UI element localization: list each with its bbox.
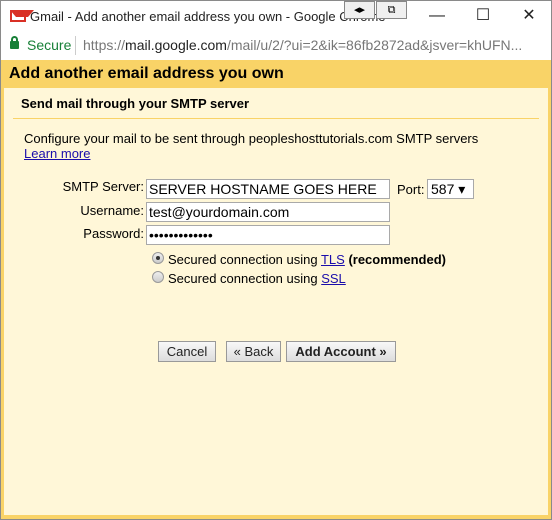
window-title: Gmail - Add another email address you ow… (30, 9, 386, 24)
maximize-button[interactable]: ☐ (468, 5, 498, 27)
divider (75, 36, 76, 55)
section-title: Send mail through your SMTP server (21, 96, 250, 111)
learn-more-link[interactable]: Learn more (24, 146, 90, 161)
minimize-button[interactable]: — (422, 5, 452, 27)
tls-text: Secured connection using (168, 252, 321, 267)
url-path: /mail/u/2/?ui=2&ik=86fb2872ad&jsver=khUF… (226, 37, 523, 53)
recommended-text: (recommended) (344, 252, 446, 267)
username-input[interactable] (146, 202, 390, 222)
description: Configure your mail to be sent through p… (24, 131, 478, 161)
ssl-link[interactable]: SSL (321, 271, 346, 286)
close-button[interactable]: ✕ (514, 5, 544, 27)
smtp-panel: Send mail through your SMTP server Confi… (4, 88, 548, 515)
smtp-server-input[interactable] (146, 179, 390, 199)
url-scheme: https:// (83, 37, 126, 53)
url-host: mail.google.com (125, 37, 227, 53)
ssl-text: Secured connection using (168, 271, 322, 286)
cancel-button[interactable]: Cancel (158, 341, 216, 362)
gmail-icon (10, 10, 34, 22)
password-label: Password: (83, 226, 144, 241)
divider (13, 118, 539, 119)
back-button[interactable]: « Back (226, 341, 281, 362)
username-label: Username: (80, 203, 144, 218)
smtp-server-label: SMTP Server: (62, 179, 144, 194)
port-label: Port: (397, 182, 425, 197)
tls-link[interactable]: TLS (321, 252, 345, 267)
password-input[interactable] (146, 225, 390, 245)
snap-window-icon[interactable]: ⧉ (376, 1, 407, 19)
secure-label[interactable]: Secure (27, 37, 71, 53)
window-titlebar: Gmail - Add another email address you ow… (0, 0, 552, 31)
tls-radio[interactable] (152, 252, 164, 264)
port-select[interactable]: 587 ▾ (427, 179, 474, 199)
page-title: Add another email address you own (9, 65, 284, 82)
dialog-frame: Add another email address you own Send m… (0, 60, 552, 520)
snap-left-icon[interactable]: ◂▸ (344, 1, 375, 19)
add-account-button[interactable]: Add Account » (286, 341, 396, 362)
address-bar[interactable]: Secure https://mail.google.com/mail/u/2/… (0, 31, 552, 60)
ssl-radio[interactable] (152, 271, 164, 283)
ssl-label: Secured connection using SSL (168, 271, 346, 286)
tls-label: Secured connection using TLS (recommende… (168, 252, 446, 267)
url-text[interactable]: https://mail.google.com/mail/u/2/?ui=2&i… (83, 37, 522, 53)
description-text: Configure your mail to be sent through p… (24, 131, 479, 146)
lock-icon (10, 36, 19, 49)
